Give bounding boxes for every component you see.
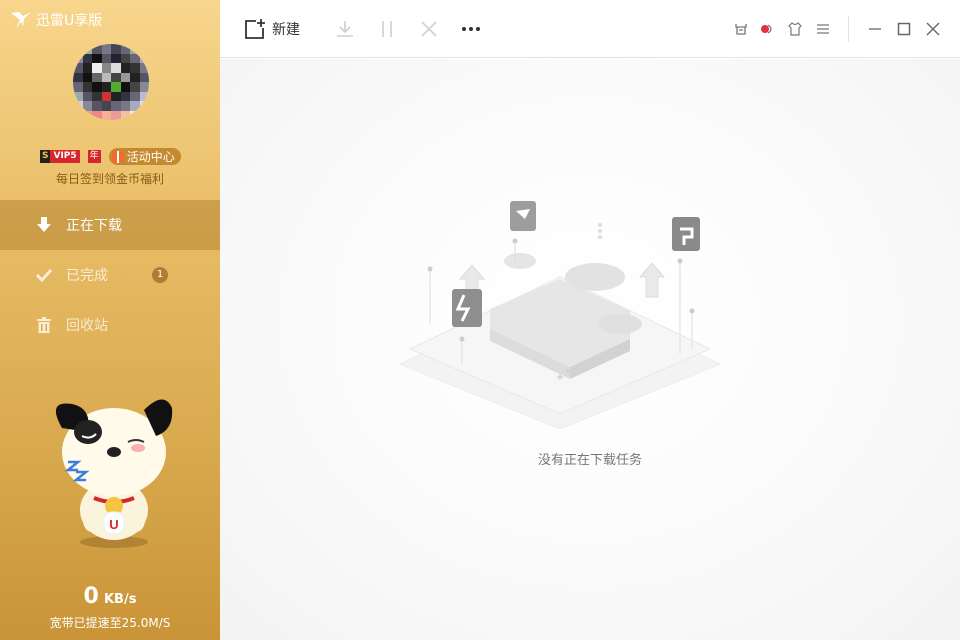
sidebar: 迅雷U享版 S VIP5 年 活动中心 每日签到领金币福利 正在下载 已完成 1… bbox=[0, 0, 220, 640]
app-brand: 迅雷U享版 bbox=[10, 10, 102, 30]
download-icon bbox=[337, 21, 353, 37]
new-task-label: 新建 bbox=[272, 22, 300, 38]
vip-badge[interactable]: S VIP5 bbox=[40, 150, 80, 163]
minimize-icon bbox=[869, 28, 881, 30]
gauge-icon bbox=[735, 24, 747, 35]
maximize-icon bbox=[897, 22, 911, 36]
new-task-button[interactable]: 新建 bbox=[244, 18, 300, 40]
sidebar-item-trash[interactable]: 回收站 bbox=[0, 300, 220, 350]
sidebar-item-label: 正在下载 bbox=[66, 218, 122, 234]
svg-text:U: U bbox=[109, 517, 118, 532]
sidebar-item-label: 回收站 bbox=[66, 318, 108, 334]
close-x-icon bbox=[421, 21, 437, 37]
speed-mode-button[interactable] bbox=[732, 20, 750, 38]
trash-icon bbox=[36, 317, 52, 333]
hamburger-menu-icon bbox=[817, 24, 829, 34]
vip-level-label: VIP5 bbox=[50, 150, 80, 163]
minimize-button[interactable] bbox=[866, 20, 884, 38]
download-list-area: 没有正在下载任务 bbox=[220, 59, 960, 640]
notification-dot-icon bbox=[761, 24, 772, 34]
thunder-bird-logo-icon bbox=[11, 12, 31, 28]
menu-button[interactable] bbox=[814, 20, 832, 38]
sidebar-item-completed[interactable]: 已完成 1 bbox=[0, 250, 220, 300]
maximize-button[interactable] bbox=[895, 20, 913, 38]
app-title: 迅雷U享版 bbox=[36, 13, 103, 29]
gift-icon bbox=[111, 150, 124, 163]
year-badge[interactable]: 年 bbox=[87, 150, 101, 163]
download-button[interactable] bbox=[334, 18, 356, 40]
speed-value: 0 bbox=[83, 584, 100, 609]
sidebar-item-downloading[interactable]: 正在下载 bbox=[0, 200, 220, 250]
main-panel: 新建 没有正在下载任务 bbox=[220, 0, 960, 640]
close-button[interactable] bbox=[924, 20, 942, 38]
sleeping-dog-mascot-icon[interactable]: U bbox=[44, 390, 178, 550]
tshirt-icon bbox=[788, 22, 802, 36]
more-button[interactable] bbox=[460, 18, 482, 40]
download-arrow-icon bbox=[36, 217, 52, 233]
pause-icon bbox=[382, 21, 392, 37]
vip-bolt-mark: S bbox=[40, 150, 51, 163]
sidebar-nav: 正在下载 已完成 1 回收站 bbox=[0, 200, 220, 350]
bandwidth-boost-text: 宽带已提速至25.0M/S bbox=[49, 616, 171, 630]
pause-button[interactable] bbox=[376, 18, 398, 40]
checkmark-icon bbox=[36, 267, 52, 283]
empty-state-illustration-icon bbox=[398, 201, 722, 429]
new-task-icon bbox=[245, 19, 265, 39]
sidebar-item-label: 已完成 bbox=[66, 268, 108, 284]
avatar[interactable] bbox=[73, 44, 149, 120]
speed-unit: KB/s bbox=[103, 592, 137, 607]
activity-center-button[interactable]: 活动中心 bbox=[108, 148, 181, 165]
completed-count-badge: 1 bbox=[152, 267, 168, 283]
delete-button[interactable] bbox=[418, 18, 440, 40]
checkin-link[interactable]: 每日签到领金币福利 bbox=[0, 170, 220, 187]
skin-button[interactable] bbox=[786, 20, 804, 38]
empty-state-text: 没有正在下载任务 bbox=[537, 453, 642, 468]
user-badges: S VIP5 年 活动中心 bbox=[40, 148, 181, 165]
activity-center-label: 活动中心 bbox=[126, 150, 175, 164]
toolbar-divider bbox=[848, 16, 849, 42]
download-speed: 0 KB/s bbox=[0, 584, 220, 609]
toolbar: 新建 bbox=[220, 0, 960, 58]
close-icon bbox=[926, 22, 940, 36]
message-button[interactable] bbox=[758, 20, 776, 38]
more-dots-icon bbox=[462, 27, 480, 31]
